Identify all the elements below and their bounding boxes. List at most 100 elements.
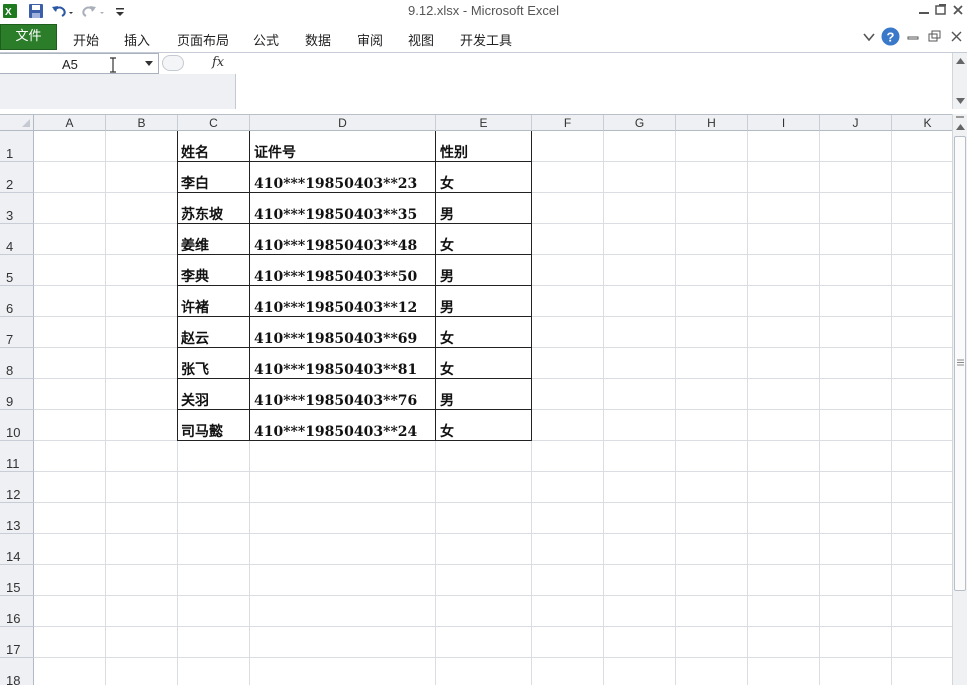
cell-c1[interactable]: 姓名: [181, 145, 209, 162]
gridline: [34, 533, 952, 534]
formula-scrollbar[interactable]: [952, 53, 967, 109]
row-header-4[interactable]: 4: [0, 224, 34, 255]
scroll-down-icon[interactable]: [956, 98, 965, 104]
tab-formulas[interactable]: 公式: [253, 30, 279, 49]
row-header-14[interactable]: 14: [0, 534, 34, 565]
cell-c6[interactable]: 许褚: [181, 300, 209, 317]
cell-c9[interactable]: 关羽: [181, 393, 209, 410]
minimize-ribbon-icon[interactable]: [862, 31, 876, 43]
cell-c2[interactable]: 李白: [181, 176, 209, 193]
help-icon[interactable]: ?: [881, 27, 900, 46]
cell-c4[interactable]: 姜维: [181, 238, 209, 255]
cell-d10[interactable]: 410***19850403**24: [254, 424, 417, 441]
chevron-down-icon[interactable]: [145, 61, 153, 66]
cell-e8[interactable]: 女: [440, 362, 454, 379]
row-header-13[interactable]: 13: [0, 503, 34, 534]
grip-icon: [957, 359, 964, 366]
insert-function-icon[interactable]: fx: [212, 55, 224, 70]
cell-d7[interactable]: 410***19850403**69: [254, 331, 417, 348]
row-header-3[interactable]: 3: [0, 193, 34, 224]
row-header-9[interactable]: 9: [0, 379, 34, 410]
row-header-2[interactable]: 2: [0, 162, 34, 193]
cell-d1[interactable]: 证件号: [254, 145, 296, 162]
tab-file[interactable]: 文件: [0, 24, 57, 50]
scroll-up-icon[interactable]: [956, 58, 965, 64]
row-header-8[interactable]: 8: [0, 348, 34, 379]
column-header-j[interactable]: J: [820, 115, 892, 131]
cell-c5[interactable]: 李典: [181, 269, 209, 286]
formula-input[interactable]: [236, 53, 952, 109]
row-header-6[interactable]: 6: [0, 286, 34, 317]
cell-e6[interactable]: 男: [440, 300, 454, 317]
row-header-18[interactable]: 18: [0, 658, 34, 685]
column-header-g[interactable]: G: [604, 115, 676, 131]
table-border: [249, 131, 250, 441]
cell-e9[interactable]: 男: [440, 393, 454, 410]
cell-e3[interactable]: 男: [440, 207, 454, 224]
ribbon-tabs: 文件 开始 插入 页面布局 公式 数据 审阅 视图 开发工具 ?: [0, 22, 967, 53]
tab-review[interactable]: 审阅: [357, 30, 383, 49]
cell-e2[interactable]: 女: [440, 176, 454, 193]
tab-insert[interactable]: 插入: [124, 30, 150, 49]
row-header-15[interactable]: 15: [0, 565, 34, 596]
gridline: [34, 564, 952, 565]
row-header-7[interactable]: 7: [0, 317, 34, 348]
select-all-corner[interactable]: [0, 115, 34, 131]
close-icon[interactable]: [951, 3, 965, 17]
minimize-icon[interactable]: [917, 3, 931, 17]
cell-d9[interactable]: 410***19850403**76: [254, 393, 417, 410]
column-header-h[interactable]: H: [676, 115, 748, 131]
row-header-17[interactable]: 17: [0, 627, 34, 658]
split-handle-icon[interactable]: [955, 114, 965, 122]
row-header-12[interactable]: 12: [0, 472, 34, 503]
name-box[interactable]: A5: [0, 53, 159, 74]
cell-c8[interactable]: 张飞: [181, 362, 209, 379]
row-header-5[interactable]: 5: [0, 255, 34, 286]
gridline: [603, 131, 604, 685]
column-header-i[interactable]: I: [748, 115, 820, 131]
workbook-minimize-icon[interactable]: [907, 31, 919, 43]
cell-c10[interactable]: 司马懿: [181, 424, 223, 441]
cell-e10[interactable]: 女: [440, 424, 454, 441]
column-header-f[interactable]: F: [532, 115, 604, 131]
cell-c3[interactable]: 苏东坡: [181, 207, 223, 224]
row-header-1[interactable]: 1: [0, 131, 34, 162]
column-header-k[interactable]: K: [892, 115, 952, 131]
cell-c7[interactable]: 赵云: [181, 331, 209, 348]
restore-icon[interactable]: [934, 3, 948, 17]
tab-developer[interactable]: 开发工具: [460, 30, 512, 49]
cell-d8[interactable]: 410***19850403**81: [254, 362, 417, 379]
column-header-a[interactable]: A: [34, 115, 106, 131]
gridline: [675, 131, 676, 685]
worksheet-grid[interactable]: A B C D E F G H I J K 1 2 3 4 5 6 7 8 9 …: [0, 114, 952, 685]
cell-e4[interactable]: 女: [440, 238, 454, 255]
tab-home[interactable]: 开始: [73, 30, 99, 49]
cell-d4[interactable]: 410***19850403**48: [254, 238, 417, 255]
scrollbar-thumb[interactable]: [954, 136, 966, 591]
cell-e5[interactable]: 男: [440, 269, 454, 286]
workbook-close-icon[interactable]: [950, 30, 963, 43]
workbook-restore-icon[interactable]: [928, 30, 941, 43]
tab-data[interactable]: 数据: [305, 30, 331, 49]
scroll-up-icon[interactable]: [956, 124, 965, 130]
cell-d2[interactable]: 410***19850403**23: [254, 176, 417, 193]
row-header-10[interactable]: 10: [0, 410, 34, 441]
column-header-b[interactable]: B: [106, 115, 178, 131]
vertical-scrollbar[interactable]: [952, 114, 967, 685]
row-header-16[interactable]: 16: [0, 596, 34, 627]
row-header-11[interactable]: 11: [0, 441, 34, 472]
column-header-e[interactable]: E: [436, 115, 532, 131]
gridline: [34, 657, 952, 658]
table-border: [435, 131, 436, 441]
cell-d6[interactable]: 410***19850403**12: [254, 300, 417, 317]
tab-page-layout[interactable]: 页面布局: [177, 30, 229, 49]
formula-bar-toggle[interactable]: [162, 55, 184, 71]
cell-e1[interactable]: 性别: [440, 145, 468, 162]
column-header-c[interactable]: C: [178, 115, 250, 131]
tab-view[interactable]: 视图: [408, 30, 434, 49]
cell-d5[interactable]: 410***19850403**50: [254, 269, 417, 286]
gridline: [34, 502, 952, 503]
column-header-d[interactable]: D: [250, 115, 436, 131]
cell-e7[interactable]: 女: [440, 331, 454, 348]
cell-d3[interactable]: 410***19850403**35: [254, 207, 417, 224]
